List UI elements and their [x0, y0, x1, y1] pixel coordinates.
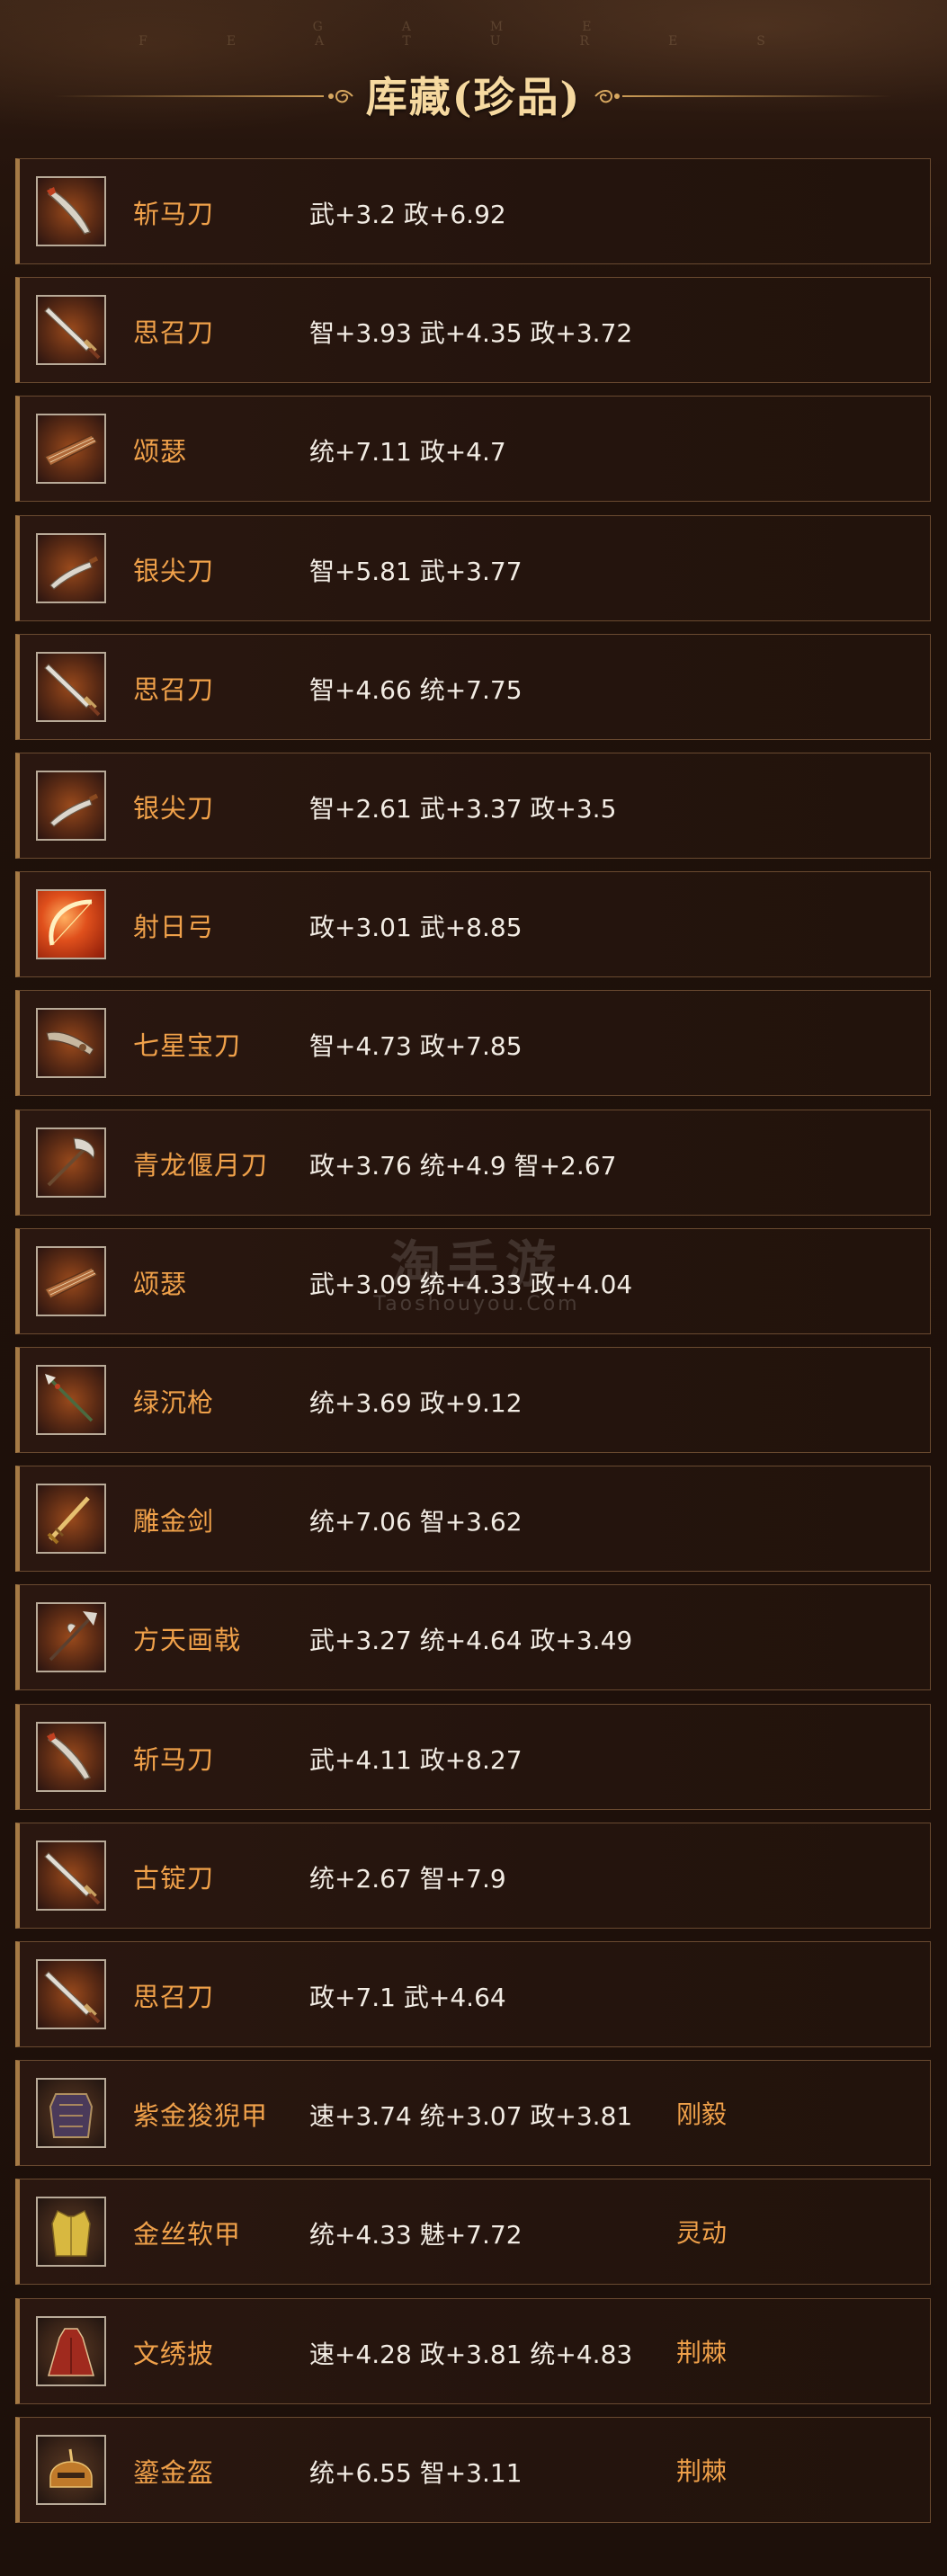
item-stats: 武+4.11 政+8.27: [309, 1744, 523, 1775]
item-name: 金丝软甲: [133, 2219, 242, 2251]
armor-icon: [36, 2078, 106, 2149]
item-name: 斩马刀: [133, 1743, 215, 1775]
glaive-icon: [36, 1127, 106, 1198]
item-stats: 智+4.66 统+7.75: [309, 674, 523, 705]
item-trait: 灵动: [676, 2218, 728, 2249]
list-item[interactable]: 思召刀 智+4.66 统+7.75: [15, 633, 931, 740]
list-item[interactable]: 银尖刀 智+2.61 武+3.37 政+3.5: [15, 753, 931, 859]
dragon-blade-icon: [36, 1008, 106, 1079]
item-name: 银尖刀: [133, 793, 215, 824]
list-item[interactable]: 紫金狻猊甲 速+3.74 统+3.07 政+3.81 刚毅: [15, 2060, 931, 2167]
item-name: 鎏金盔: [133, 2456, 215, 2488]
item-stats: 智+5.81 武+3.77: [309, 556, 523, 586]
item-trait: 荆棘: [676, 2337, 728, 2367]
item-stats: 武+3.09 统+4.33 政+4.04: [309, 1269, 633, 1299]
list-item[interactable]: 银尖刀 智+5.81 武+3.77: [15, 514, 931, 621]
sword-icon: [36, 1840, 106, 1911]
zither-icon: [36, 1245, 106, 1316]
cloak-icon: [36, 2315, 106, 2386]
item-stats: 统+4.33 魅+7.72: [309, 2220, 523, 2251]
dagger-icon: [36, 532, 106, 603]
list-item[interactable]: 七星宝刀 智+4.73 政+7.85: [15, 990, 931, 1097]
item-stats: 政+3.01 武+8.85: [309, 913, 523, 943]
list-item[interactable]: 绿沉枪 统+3.69 政+9.12: [15, 1347, 931, 1453]
ornament-right-icon: [594, 90, 620, 103]
zither-icon: [36, 414, 106, 485]
blade-icon: [36, 176, 106, 246]
item-name: 古锭刀: [133, 1862, 215, 1894]
dagger-icon: [36, 771, 106, 841]
item-name: 青龙偃月刀: [133, 1149, 269, 1181]
item-name: 思召刀: [133, 673, 215, 705]
list-item[interactable]: 古锭刀 统+2.67 智+7.9: [15, 1822, 931, 1929]
item-name: 射日弓: [133, 912, 215, 943]
item-name: 银尖刀: [133, 555, 215, 586]
title-line-right: [622, 95, 892, 97]
blade-icon: [36, 1721, 106, 1792]
item-name: 紫金狻猊甲: [133, 2100, 269, 2132]
list-item[interactable]: 斩马刀 武+4.11 政+8.27: [15, 1703, 931, 1810]
header: GAME FEATURES 库藏(珍品): [0, 0, 947, 153]
item-name: 斩马刀: [133, 199, 215, 229]
gold-sword-icon: [36, 1484, 106, 1555]
list-item[interactable]: 思召刀 智+3.93 武+4.35 政+3.72: [15, 277, 931, 384]
sword-icon: [36, 1959, 106, 2029]
list-item[interactable]: 金丝软甲 统+4.33 魅+7.72 灵动: [15, 2179, 931, 2286]
item-stats: 政+7.1 武+4.64: [309, 1983, 506, 2012]
item-stats: 政+3.76 统+4.9 智+2.67: [309, 1150, 617, 1181]
item-stats: 速+3.74 统+3.07 政+3.81: [309, 2101, 633, 2132]
item-stats: 武+3.27 统+4.64 政+3.49: [309, 1626, 633, 1656]
bow-icon: [36, 889, 106, 960]
item-name: 文绣披: [133, 2338, 215, 2369]
spear-icon: [36, 1365, 106, 1435]
item-name: 方天画戟: [133, 1625, 242, 1656]
item-stats: 统+3.69 政+9.12: [309, 1388, 523, 1418]
item-stats: 智+2.61 武+3.37 政+3.5: [309, 794, 617, 824]
list-item[interactable]: 鎏金盔 统+6.55 智+3.11 荆棘: [15, 2416, 931, 2523]
list-item[interactable]: 射日弓 政+3.01 武+8.85: [15, 871, 931, 978]
sword-icon: [36, 651, 106, 722]
halberd-icon: [36, 1602, 106, 1673]
item-trait: 刚毅: [676, 2099, 728, 2130]
item-stats: 智+3.93 武+4.35 政+3.72: [309, 318, 633, 349]
list-item[interactable]: 青龙偃月刀 政+3.76 统+4.9 智+2.67: [15, 1109, 931, 1216]
page-title: 库藏(珍品): [365, 73, 582, 121]
helmet-icon: [36, 2434, 106, 2505]
list-item[interactable]: 斩马刀 武+3.2 政+6.92: [15, 158, 931, 264]
item-stats: 速+4.28 政+3.81 统+4.83: [309, 2339, 633, 2369]
list-item[interactable]: 思召刀 政+7.1 武+4.64: [15, 1941, 931, 2047]
item-name: 思召刀: [133, 1982, 215, 2012]
item-name: 七星宝刀: [133, 1030, 242, 1062]
item-stats: 统+6.55 智+3.11: [309, 2457, 523, 2488]
header-subtitle: GAME FEATURES: [138, 20, 844, 49]
item-stats: 统+7.06 智+3.62: [309, 1507, 523, 1538]
item-stats: 智+4.73 政+7.85: [309, 1031, 523, 1062]
sword-icon: [36, 295, 106, 366]
list-item[interactable]: 文绣披 速+4.28 政+3.81 统+4.83 荆棘: [15, 2297, 931, 2404]
list-item[interactable]: 颂瑟 武+3.09 统+4.33 政+4.04: [15, 1227, 931, 1334]
item-name: 思召刀: [133, 317, 215, 349]
item-name: 雕金剑: [133, 1506, 215, 1538]
list-item[interactable]: 方天画戟 武+3.27 统+4.64 政+3.49: [15, 1584, 931, 1691]
item-name: 绿沉枪: [133, 1387, 215, 1418]
list-item[interactable]: 雕金剑 统+7.06 智+3.62: [15, 1466, 931, 1573]
item-name: 颂瑟: [133, 1268, 188, 1299]
item-stats: 统+2.67 智+7.9: [309, 1863, 506, 1894]
item-stats: 武+3.2 政+6.92: [309, 200, 506, 229]
item-stats: 统+7.11 政+4.7: [309, 437, 506, 468]
title-bar: 库藏(珍品): [0, 58, 947, 138]
list-item[interactable]: 颂瑟 统+7.11 政+4.7: [15, 396, 931, 503]
item-name: 颂瑟: [133, 436, 188, 468]
vest-icon: [36, 2197, 106, 2268]
item-trait: 荆棘: [676, 2456, 728, 2486]
